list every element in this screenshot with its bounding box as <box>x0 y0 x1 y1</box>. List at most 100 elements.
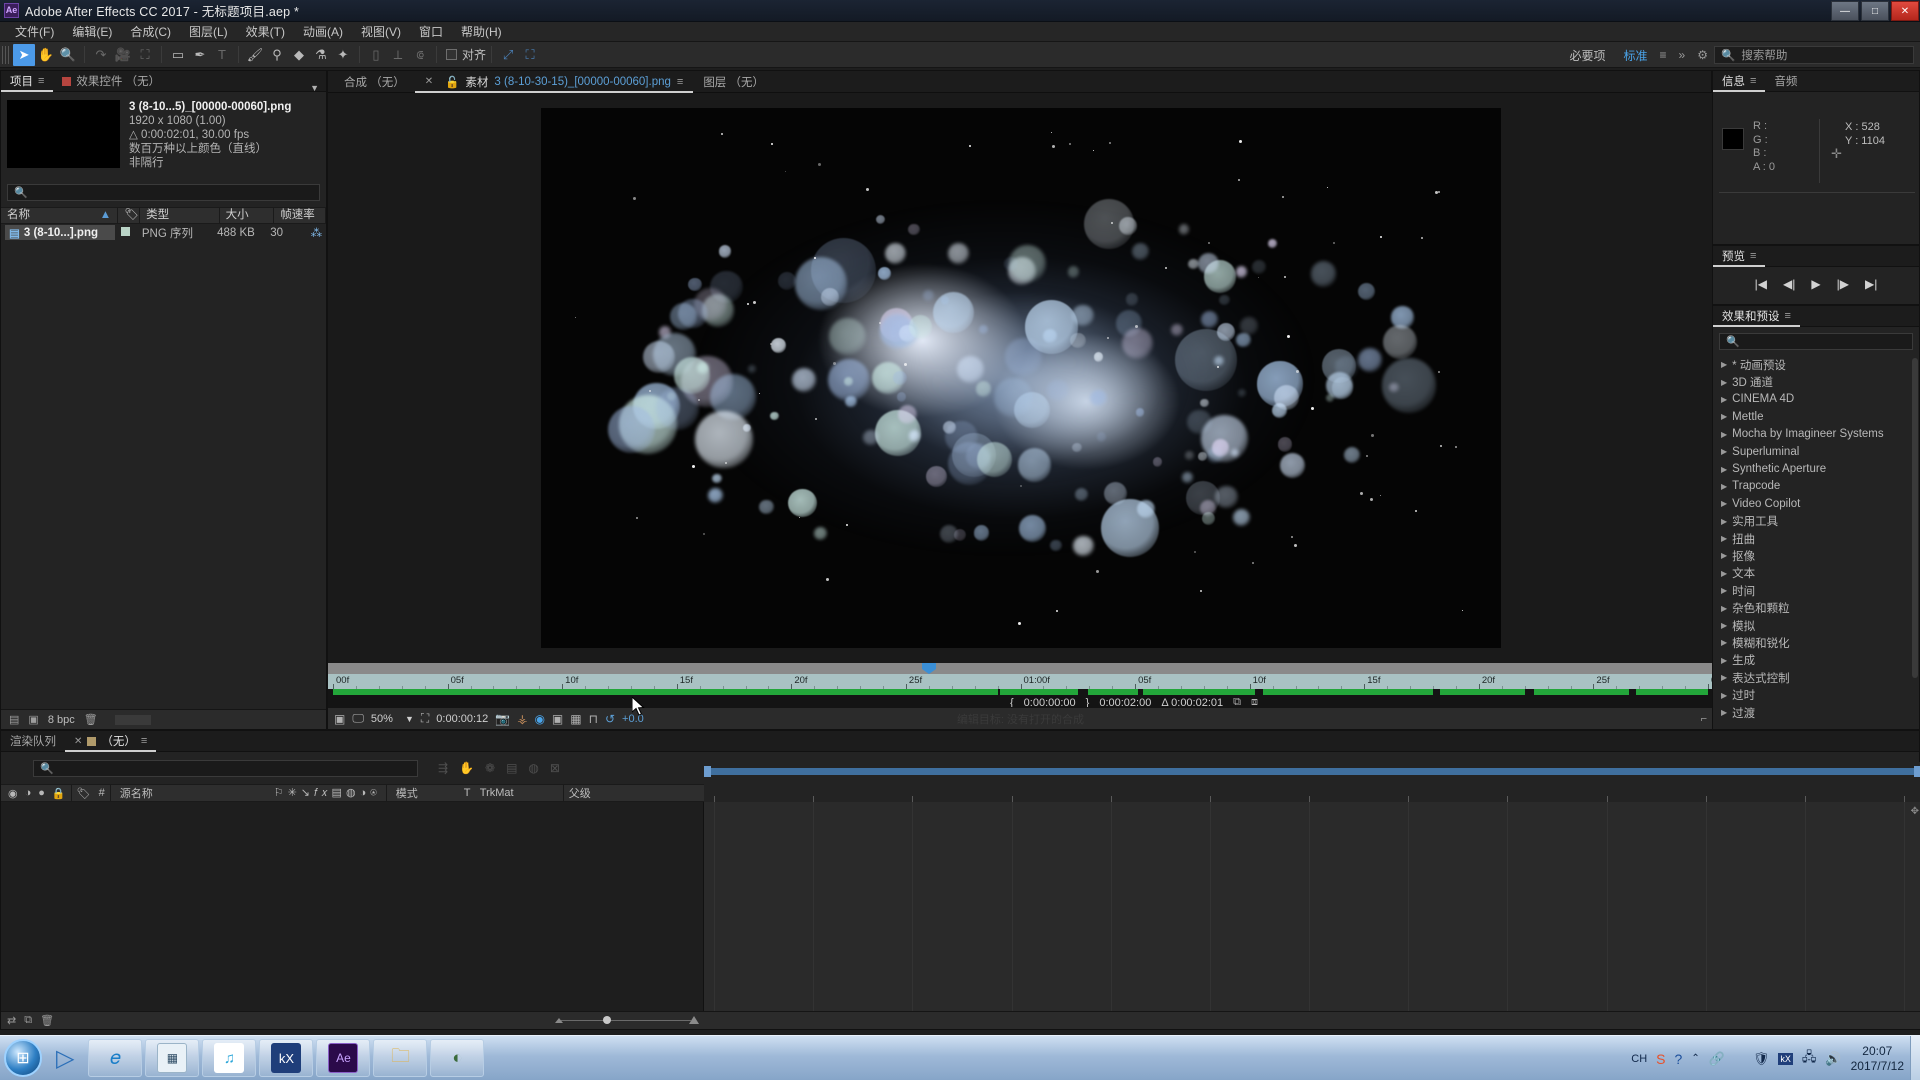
pen-tool-icon[interactable]: ✒ <box>189 44 211 66</box>
show-desktop-button[interactable] <box>1910 1036 1920 1080</box>
rotation-tool-icon[interactable]: ↷ <box>90 44 112 66</box>
work-area-end-handle[interactable] <box>1914 766 1920 777</box>
help-search-box[interactable]: 🔍 搜索帮助 <box>1714 46 1914 64</box>
monitor-icon[interactable]: 🖵 <box>352 711 364 726</box>
tab-effects-presets[interactable]: 效果和预设 ≡ <box>1713 306 1800 327</box>
always-preview-icon[interactable]: ▣ <box>334 712 345 726</box>
draft-3d-icon[interactable]: ✋ <box>459 761 474 775</box>
menu-effect[interactable]: 效果(T) <box>237 21 294 42</box>
transparency-grid-icon[interactable]: ▦ <box>570 712 581 726</box>
maximize-button[interactable]: □ <box>1861 1 1889 21</box>
text-tool-icon[interactable]: T <box>211 44 233 66</box>
effects-menu-icon[interactable]: ≡ <box>1785 310 1791 322</box>
zoom-slider-knob[interactable] <box>603 1016 611 1024</box>
region-of-interest-icon[interactable]: ⛶ <box>421 711 429 726</box>
label-icon[interactable]: 🏷 <box>77 787 91 800</box>
column-name[interactable]: 名称 ▲ <box>1 207 119 224</box>
row-name-cell[interactable]: ▤ 3 (8-10...].png <box>1 225 115 240</box>
align-center-icon[interactable]: ⟂ <box>387 44 409 66</box>
help-icon[interactable]: ? <box>1675 1051 1683 1067</box>
lock-icon[interactable]: 🔓 <box>445 75 459 89</box>
zoom-slider-track[interactable] <box>561 1019 691 1021</box>
project-info-expand-icon[interactable]: ▼ <box>310 83 319 93</box>
menu-layer[interactable]: 图层(L) <box>180 21 237 42</box>
snap-corner-icon[interactable]: ⤢ <box>497 44 519 66</box>
taskbar-file-explorer[interactable]: 🗀 <box>373 1039 428 1077</box>
toggle-switches-modes-icon[interactable]: ⇄ <box>7 1014 16 1027</box>
work-area-start-handle[interactable] <box>704 766 711 777</box>
tab-project[interactable]: 项目 ≡ <box>1 71 53 92</box>
prev-frame-icon[interactable]: ◀| <box>1783 277 1795 291</box>
tab-effect-controls[interactable]: 效果控件 （无） <box>53 71 169 92</box>
effects-category-item[interactable]: ▶ Trapcode <box>1713 478 1919 495</box>
brush-tool-icon[interactable]: 🖌 <box>244 44 266 66</box>
expand-triangle-icon[interactable]: ▶ <box>1721 499 1727 508</box>
camera-tool-icon[interactable]: 🎥 <box>112 44 134 66</box>
expand-triangle-icon[interactable]: ▶ <box>1721 621 1727 630</box>
effects-category-item[interactable]: ▶ 过时 <box>1713 686 1919 703</box>
delete-icon[interactable]: 🗑 <box>84 713 98 726</box>
timeline-expand-icon[interactable]: ⧉ <box>24 1014 32 1027</box>
footage-time-ruler[interactable]: 00f05f10f15f20f25f01:00f05f10f15f20f25f0… <box>328 663 1737 689</box>
tray-expand-icon[interactable]: ⌃ <box>1691 1053 1699 1064</box>
expand-triangle-icon[interactable]: ▶ <box>1721 569 1727 578</box>
col-trkmat[interactable]: TrkMat <box>480 787 558 799</box>
menu-composition[interactable]: 合成(C) <box>121 21 180 42</box>
motion-blur-icon[interactable]: ❁ <box>485 761 495 775</box>
footage-canvas[interactable] <box>540 108 1501 648</box>
taskbar-after-effects[interactable]: Ae <box>316 1039 371 1077</box>
tab-timeline-none[interactable]: ✕ （无） ≡ <box>65 731 156 752</box>
menu-help[interactable]: 帮助(H) <box>452 21 511 42</box>
effects-category-item[interactable]: ▶ 模糊和锐化 <box>1713 634 1919 651</box>
menu-file[interactable]: 文件(F) <box>6 21 63 42</box>
expand-triangle-icon[interactable]: ▶ <box>1721 604 1727 613</box>
effects-category-item[interactable]: ▶ Mettle <box>1713 408 1919 425</box>
timeline-menu-icon[interactable]: ≡ <box>141 735 147 747</box>
new-comp-icon[interactable]: ▣ <box>28 713 38 726</box>
col-parent[interactable]: 父级 <box>569 785 639 801</box>
tab-preview[interactable]: 预览 ≡ <box>1713 246 1765 267</box>
effects-category-item[interactable]: ▶ 3D 通道 <box>1713 373 1919 390</box>
selection-tool-icon[interactable]: ➤ <box>13 43 35 66</box>
effects-scrollbar[interactable] <box>1912 358 1918 678</box>
close-button[interactable]: ✕ <box>1891 1 1919 21</box>
effects-category-item[interactable]: ▶ 过渡 <box>1713 704 1919 721</box>
menu-window[interactable]: 窗口 <box>410 21 452 42</box>
graph-editor-icon[interactable]: ▤ <box>506 761 517 775</box>
tab-info[interactable]: 信息 ≡ <box>1713 71 1765 92</box>
menu-edit[interactable]: 编辑(E) <box>63 21 121 42</box>
align-left-icon[interactable]: ▯ <box>365 44 387 66</box>
effects-category-item[interactable]: ▶ 文本 <box>1713 565 1919 582</box>
timeline-ruler[interactable] <box>704 762 1920 802</box>
workspace-settings-icon[interactable]: ⚙ <box>1691 48 1714 62</box>
minimize-button[interactable]: — <box>1831 1 1859 21</box>
clone-stamp-tool-icon[interactable]: ⚲ <box>266 44 288 66</box>
shape-tool-icon[interactable]: ▭ <box>167 44 189 66</box>
taskbar-calculator[interactable]: ▦ <box>145 1039 200 1077</box>
current-time-display[interactable]: 0:00:00:12 <box>436 713 488 725</box>
ime-language-icon[interactable]: CH <box>1631 1053 1647 1065</box>
row-label-swatch[interactable] <box>115 226 136 239</box>
workspace-standard[interactable]: 标准 <box>1618 47 1654 64</box>
time-ruler-body[interactable]: 00f05f10f15f20f25f01:00f05f10f15f20f25f0… <box>328 674 1737 689</box>
view-layout-icon[interactable]: ⊓ <box>589 712 598 726</box>
zoom-tool-icon[interactable]: 🔍 <box>57 44 79 66</box>
channel-rgb-icon[interactable]: ◉ <box>534 712 544 726</box>
panel-resize-icon[interactable]: ⌐ <box>1701 713 1707 725</box>
expand-triangle-icon[interactable]: ▶ <box>1721 465 1727 474</box>
expand-triangle-icon[interactable]: ▶ <box>1721 708 1727 717</box>
snap-bounds-icon[interactable]: ⛶ <box>519 44 541 66</box>
expand-triangle-icon[interactable]: ▶ <box>1721 378 1727 387</box>
link-icon[interactable]: 🔗 <box>1709 1051 1725 1067</box>
snap-checkbox[interactable] <box>446 49 457 60</box>
toolbar-grip[interactable] <box>2 45 10 64</box>
audio-icon[interactable]: ◑ <box>18 787 32 799</box>
close-tab-icon[interactable]: ✕ <box>425 76 433 87</box>
reset-exposure-icon[interactable]: ↺ <box>605 712 615 726</box>
snap-toggle[interactable]: 对齐 <box>446 46 486 63</box>
timeline-track-area[interactable]: ✥ <box>704 802 1920 1011</box>
show-snapshot-icon[interactable]: ⚶ <box>517 712 527 726</box>
puppet-pin-tool-icon[interactable]: ✦ <box>332 44 354 66</box>
start-button[interactable]: ⊞ <box>4 1039 42 1077</box>
column-framerate[interactable]: 帧速率 <box>274 207 326 224</box>
